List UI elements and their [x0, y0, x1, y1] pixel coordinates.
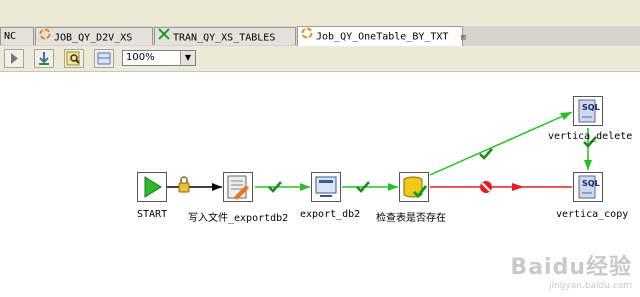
hop-arrowhead	[388, 183, 398, 191]
zoom-value: 100%	[126, 52, 155, 63]
export-db2-node[interactable]	[311, 172, 341, 202]
magnifier-icon	[66, 51, 80, 66]
check-table-label: 检查表是否存在	[376, 213, 446, 224]
hop-arrowhead	[300, 183, 310, 191]
transformation-icon	[158, 28, 170, 47]
failure-icon	[480, 181, 492, 193]
toolbar: 100% ▼	[0, 46, 640, 72]
chevron-down-icon[interactable]: ▼	[180, 51, 195, 65]
vertica-copy-label: vertica_copy	[556, 209, 629, 220]
start-node[interactable]	[137, 172, 167, 202]
tab-tran-qy-xs-tables[interactable]: TRAN_QY_XS_TABLES	[154, 27, 296, 45]
watermark: Baidu经验 jingyan.baidu.com	[510, 249, 632, 291]
hop-arrowhead	[512, 183, 524, 191]
tab-job-qy-onetable-by-txt[interactable]: Job_QY_OneTable_BY_TXT ⊠	[297, 26, 466, 47]
start-label: START	[137, 209, 168, 220]
write-file-label: 写入文件_exportdb2	[188, 213, 289, 224]
tab-label: NC	[4, 31, 17, 42]
layout-icon	[97, 52, 111, 65]
close-tab-icon[interactable]: ⊠	[460, 29, 465, 47]
vertica-delete-node[interactable]: SQL	[573, 96, 603, 126]
watermark-brand: Baidu经验	[510, 255, 632, 280]
database-check-icon	[403, 176, 428, 199]
lock-icon	[178, 176, 190, 193]
hop-arrowhead	[212, 183, 222, 191]
preview-button[interactable]	[64, 49, 84, 68]
export-db2-label: export_db2	[300, 209, 361, 220]
hop-check-to-delete[interactable]	[429, 111, 573, 176]
zoom-select[interactable]: 100% ▼	[122, 50, 196, 66]
tab-nc[interactable]: NC	[0, 27, 34, 45]
write-file-node[interactable]	[223, 172, 253, 202]
tab-label: TRAN_QY_XS_TABLES	[173, 32, 276, 44]
vertica-copy-node[interactable]: SQL	[573, 172, 603, 202]
job-icon	[39, 28, 51, 47]
layout-button[interactable]	[94, 49, 114, 68]
tab-label: Job_QY_OneTable_BY_TXT	[316, 31, 449, 43]
sql-text: SQL	[582, 103, 600, 112]
editor-tab-area: NC JOB_QY_D2V_XS TRAN_QY_XS_TABLES Job_Q…	[0, 0, 640, 47]
job-canvas[interactable]: START 写入文件_exportdb2 export_db2 检查表是否存在	[0, 72, 640, 297]
play-icon	[11, 53, 18, 64]
export-icon	[315, 176, 337, 197]
vertica-delete-label: vertica_delete	[548, 131, 633, 142]
step-button[interactable]	[34, 49, 54, 68]
start-icon	[144, 176, 162, 198]
write-file-icon	[227, 175, 249, 200]
watermark-url: jingyan.baidu.com	[548, 281, 632, 291]
tab-job-qy-d2v-xs[interactable]: JOB_QY_D2V_XS	[35, 27, 153, 45]
download-icon	[39, 52, 49, 65]
hop-arrowhead	[584, 160, 592, 170]
job-icon	[301, 27, 313, 46]
sql-text: SQL	[582, 179, 600, 188]
hop-arrowhead	[560, 112, 572, 120]
check-table-node[interactable]	[399, 172, 429, 202]
tab-label: JOB_QY_D2V_XS	[54, 32, 133, 44]
run-button[interactable]	[4, 49, 24, 68]
